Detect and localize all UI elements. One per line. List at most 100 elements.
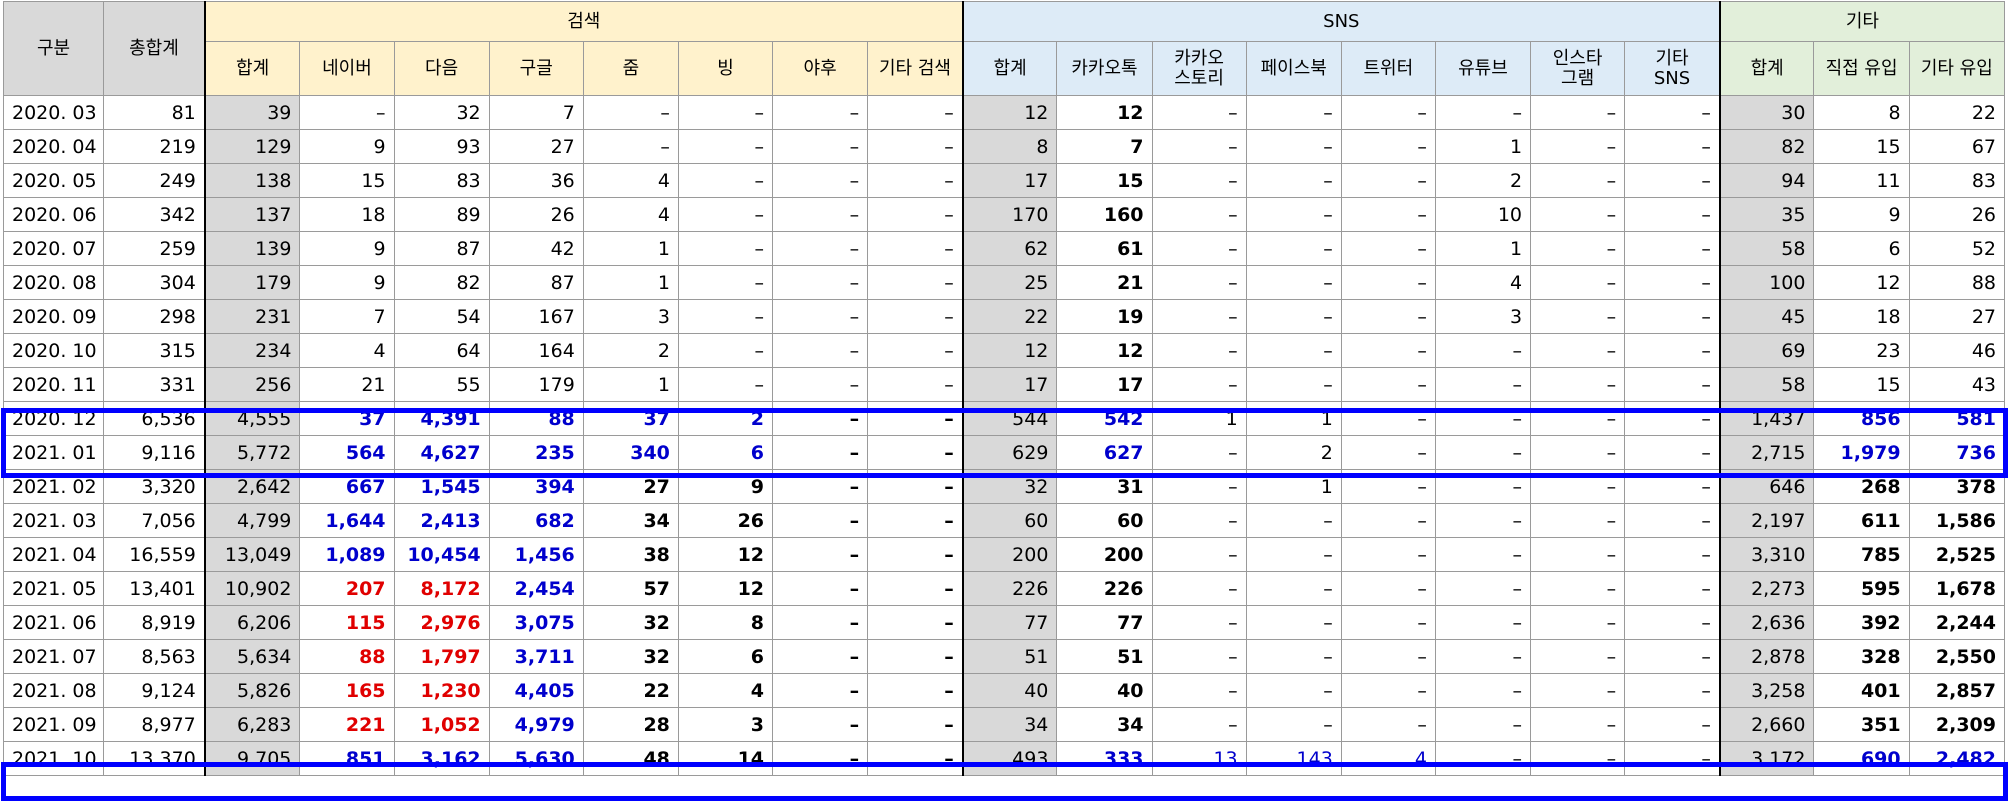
cell-sns-7: – bbox=[1624, 435, 1721, 470]
cell-search-1: 9 bbox=[299, 231, 395, 266]
cell-search-4: 22 bbox=[582, 673, 679, 708]
cell-search-3: 88 bbox=[488, 401, 584, 436]
cell-sns-3: – bbox=[1245, 707, 1342, 742]
cell-sns-4: – bbox=[1340, 265, 1436, 300]
cell-sns-7: – bbox=[1624, 673, 1721, 708]
cell-sns-5: 2 bbox=[1434, 163, 1532, 198]
cell-sns-5: – bbox=[1434, 95, 1532, 130]
cell-etc-1: 268 bbox=[1813, 469, 1910, 504]
cell-etc-2: 2,482 bbox=[1908, 741, 2006, 776]
cell-search-4: 57 bbox=[582, 571, 679, 606]
cell-search-4: 32 bbox=[582, 605, 679, 640]
cell-search-7: – bbox=[867, 673, 964, 708]
cell-etc-1: 392 bbox=[1813, 605, 1910, 640]
cell-etc-0: 2,660 bbox=[1719, 707, 1815, 742]
cell-search-0: 6,283 bbox=[204, 707, 301, 742]
cell-sns-5: – bbox=[1434, 401, 1532, 436]
cell-search-5: – bbox=[677, 95, 774, 130]
cell-sns-2: – bbox=[1151, 537, 1247, 572]
cell-sns-7: – bbox=[1624, 163, 1721, 198]
cell-sns-6: – bbox=[1530, 741, 1626, 776]
cell-sns-4: – bbox=[1340, 639, 1436, 674]
cell-search-1: 667 bbox=[299, 469, 395, 504]
cell-search-2: 64 bbox=[393, 333, 490, 368]
cell-sns-3: – bbox=[1245, 605, 1342, 640]
cell-sns-5: – bbox=[1434, 707, 1532, 742]
cell-sns-6: – bbox=[1530, 163, 1626, 198]
cell-search-7: – bbox=[867, 401, 964, 436]
cell-etc-1: 9 bbox=[1813, 197, 1910, 232]
cell-sns-0: 629 bbox=[962, 435, 1058, 470]
cell-sns-5: – bbox=[1434, 605, 1532, 640]
cell-sns-5: – bbox=[1434, 673, 1532, 708]
cell-sns-0: 22 bbox=[962, 299, 1058, 334]
cell-sns-0: 544 bbox=[962, 401, 1058, 436]
cell-sns-7: – bbox=[1624, 299, 1721, 334]
cell-search-2: 32 bbox=[393, 95, 490, 130]
cell-etc-0: 45 bbox=[1719, 299, 1815, 334]
cell-sns-0: 60 bbox=[962, 503, 1058, 538]
cell-sns-2: – bbox=[1151, 707, 1247, 742]
cell-etc-1: 351 bbox=[1813, 707, 1910, 742]
cell-sns-0: 34 bbox=[962, 707, 1058, 742]
cell-sns-6: – bbox=[1530, 537, 1626, 572]
cell-search-5: – bbox=[677, 129, 774, 164]
cell-search-3: 179 bbox=[488, 367, 584, 402]
cell-sns-7: – bbox=[1624, 231, 1721, 266]
cell-sns-4: – bbox=[1340, 401, 1436, 436]
header-sns-col-7: 기타 SNS bbox=[1624, 41, 1721, 96]
cell-search-6: – bbox=[772, 639, 869, 674]
cell-search-2: 87 bbox=[393, 231, 490, 266]
cell-search-4: 4 bbox=[582, 163, 679, 198]
row-label: 2021. 01 bbox=[2, 435, 105, 470]
cell-etc-0: 1,437 bbox=[1719, 401, 1815, 436]
cell-search-6: – bbox=[772, 435, 869, 470]
cell-search-6: – bbox=[772, 265, 869, 300]
cell-sns-4: – bbox=[1340, 707, 1436, 742]
cell-search-3: 3,711 bbox=[488, 639, 584, 674]
cell-total: 9,124 bbox=[103, 673, 206, 708]
cell-sns-2: – bbox=[1151, 571, 1247, 606]
cell-search-2: 1,545 bbox=[393, 469, 490, 504]
cell-total: 7,056 bbox=[103, 503, 206, 538]
cell-etc-2: 2,857 bbox=[1908, 673, 2006, 708]
cell-sns-6: – bbox=[1530, 231, 1626, 266]
cell-search-2: 1,797 bbox=[393, 639, 490, 674]
cell-search-2: 3,162 bbox=[393, 741, 490, 776]
cell-search-5: – bbox=[677, 197, 774, 232]
cell-search-4: 37 bbox=[582, 401, 679, 436]
table-row: 2020. 11 331 256 21 55 179 1– – –17 17– – – – – –58 15 4… bbox=[2, 367, 2006, 402]
header-sns-col-6: 인스타 그램 bbox=[1530, 41, 1626, 96]
cell-sns-7: – bbox=[1624, 129, 1721, 164]
cell-sns-0: 77 bbox=[962, 605, 1058, 640]
cell-total: 304 bbox=[103, 265, 206, 300]
cell-sns-2: – bbox=[1151, 605, 1247, 640]
cell-sns-2: – bbox=[1151, 333, 1247, 368]
cell-etc-1: 15 bbox=[1813, 367, 1910, 402]
cell-search-1: 21 bbox=[299, 367, 395, 402]
cell-sns-3: 2 bbox=[1245, 435, 1342, 470]
cell-total: 342 bbox=[103, 197, 206, 232]
cell-search-2: 1,230 bbox=[393, 673, 490, 708]
cell-search-6: – bbox=[772, 605, 869, 640]
header-sns-col-3: 페이스북 bbox=[1245, 41, 1342, 96]
cell-search-3: 4,979 bbox=[488, 707, 584, 742]
cell-sns-1: 21 bbox=[1056, 265, 1153, 300]
cell-search-7: – bbox=[867, 129, 964, 164]
cell-sns-6: – bbox=[1530, 673, 1626, 708]
cell-search-2: 8,172 bbox=[393, 571, 490, 606]
row-label: 2020. 10 bbox=[2, 333, 105, 368]
cell-sns-5: – bbox=[1434, 639, 1532, 674]
cell-sns-6: – bbox=[1530, 571, 1626, 606]
cell-search-5: 14 bbox=[677, 741, 774, 776]
cell-search-7: – bbox=[867, 367, 964, 402]
cell-search-1: 9 bbox=[299, 265, 395, 300]
row-label: 2021. 07 bbox=[2, 639, 105, 674]
cell-search-2: 54 bbox=[393, 299, 490, 334]
cell-sns-5: – bbox=[1434, 435, 1532, 470]
cell-search-3: 3,075 bbox=[488, 605, 584, 640]
cell-search-5: 8 bbox=[677, 605, 774, 640]
cell-etc-2: 52 bbox=[1908, 231, 2006, 266]
cell-sns-4: – bbox=[1340, 95, 1436, 130]
cell-etc-0: 3,258 bbox=[1719, 673, 1815, 708]
